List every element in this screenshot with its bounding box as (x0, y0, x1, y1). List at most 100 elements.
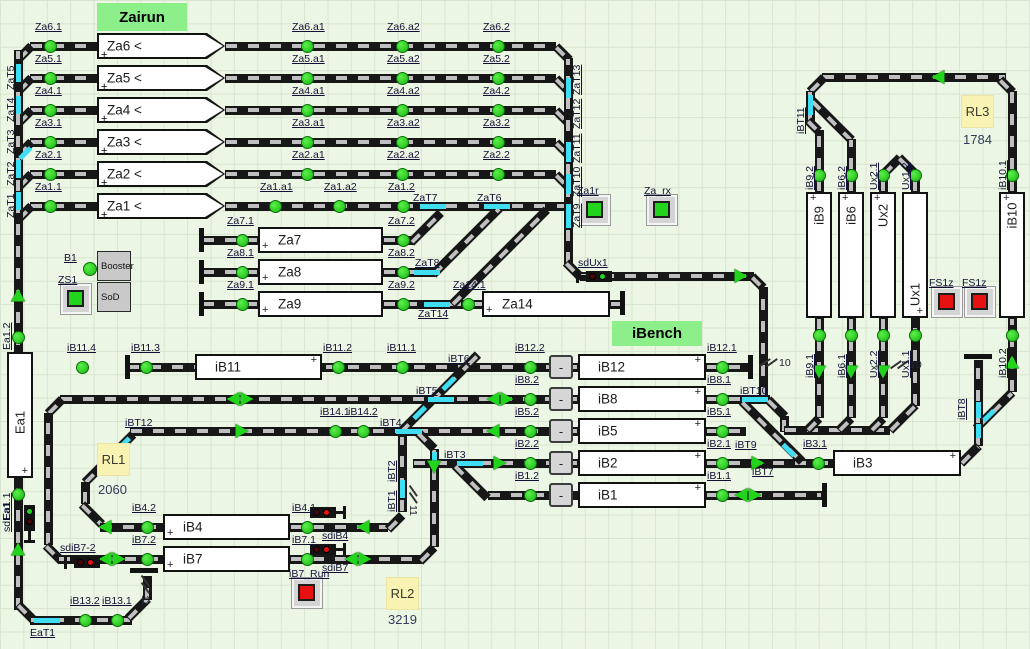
sensor-Za9.2[interactable] (397, 298, 410, 311)
block-Ux1[interactable]: Ux1+ (902, 192, 928, 318)
sensor-iB3.1[interactable] (812, 457, 825, 470)
sensor-iB14.1[interactable] (329, 425, 342, 438)
block-iB12[interactable]: iB12+ (578, 354, 706, 380)
sensor-Za2.a2[interactable] (396, 168, 409, 181)
turnout-switch[interactable] (566, 204, 571, 228)
sensor-Za5.a2[interactable] (396, 72, 409, 85)
turnout-switch[interactable] (396, 429, 422, 434)
block-iB4[interactable]: iB4+ (163, 514, 290, 540)
sensor-iB1.2[interactable] (524, 489, 537, 502)
turnout-switch[interactable] (566, 174, 571, 194)
sensor-Za2.a1[interactable] (301, 168, 314, 181)
sensor-Za3.2[interactable] (492, 136, 505, 149)
block-iB7[interactable]: iB7+ (163, 546, 290, 572)
block-iB3[interactable]: iB3+ (833, 450, 961, 476)
panel-button-SoD[interactable]: SoD (97, 282, 131, 312)
block-Za9[interactable]: Za9+ (258, 291, 383, 317)
block-iB2[interactable]: iB2+ (578, 450, 706, 476)
sensor-Za6.1[interactable] (44, 40, 57, 53)
button-ZS1[interactable] (60, 283, 92, 315)
turnout-switch[interactable] (424, 302, 450, 307)
turnout-switch[interactable] (976, 424, 981, 438)
sensor-iB9.1[interactable] (813, 329, 826, 342)
panel-button-Booster[interactable]: Booster (97, 251, 131, 281)
turnout-switch[interactable] (566, 142, 571, 162)
sensor-Za8.1[interactable] (236, 266, 249, 279)
sensor-iB8.2[interactable] (524, 393, 537, 406)
sensor-iB7.2[interactable] (141, 553, 154, 566)
sensor-iB6.1[interactable] (845, 329, 858, 342)
sensor-iB11.1[interactable] (396, 361, 409, 374)
sensor-Za6.a2[interactable] (396, 40, 409, 53)
turnout-switch[interactable] (414, 270, 440, 275)
block-Za5[interactable]: Za5 <+ (97, 65, 225, 91)
turnout-switch[interactable] (808, 95, 813, 115)
sensor-iB12.2[interactable] (524, 361, 537, 374)
sensor-iB8.1[interactable] (716, 393, 729, 406)
sensor-Za2.1[interactable] (44, 168, 57, 181)
sensor-Za4.2[interactable] (492, 104, 505, 117)
sensor-Za7.1[interactable] (236, 234, 249, 247)
sensor-Za8.2[interactable] (397, 266, 410, 279)
sensor-Ea1.1[interactable] (12, 488, 25, 501)
block-Za6[interactable]: Za6 <+ (97, 33, 225, 59)
output-B1-indicator[interactable] (83, 262, 97, 276)
block-minus-button[interactable]: - (549, 355, 573, 379)
block-iB8[interactable]: iB8+ (578, 386, 706, 412)
button-Za_rx[interactable] (646, 194, 678, 226)
block-iB6[interactable]: iB6+ (838, 192, 864, 318)
sensor-Za7.2[interactable] (397, 234, 410, 247)
sensor-Za3.a2[interactable] (396, 136, 409, 149)
turnout-switch[interactable] (457, 461, 483, 466)
sensor-Ux1.1[interactable] (909, 329, 922, 342)
sensor-Za1.1[interactable] (44, 200, 57, 213)
button-FS1z[interactable] (931, 286, 963, 318)
sensor-iB11.4[interactable] (76, 361, 89, 374)
block-minus-button[interactable]: - (549, 483, 573, 507)
button-Za1r[interactable] (579, 194, 611, 226)
block-iB9[interactable]: iB9+ (806, 192, 832, 318)
block-iB10[interactable]: iB10+ (999, 192, 1025, 318)
sensor-iB4.1[interactable] (301, 521, 314, 534)
sensor-iB11.3[interactable] (140, 361, 153, 374)
block-iB5[interactable]: iB5+ (578, 418, 706, 444)
sensor-iB2.1[interactable] (716, 457, 729, 470)
sensor-Ux2.2[interactable] (877, 329, 890, 342)
sensor-Za9.1[interactable] (236, 298, 249, 311)
block-Ux2[interactable]: Ux2+ (870, 192, 896, 318)
sensor-Za14.1[interactable] (462, 298, 475, 311)
sensor-Za1.2[interactable] (397, 200, 410, 213)
button-iB7_Run[interactable] (291, 577, 323, 609)
block-minus-button[interactable]: - (549, 419, 573, 443)
sensor-Za3.1[interactable] (44, 136, 57, 149)
sensor-Za6.2[interactable] (492, 40, 505, 53)
sensor-Za5.1[interactable] (44, 72, 57, 85)
sensor-Za2.2[interactable] (492, 168, 505, 181)
sensor-iB13.2[interactable] (79, 614, 92, 627)
block-Za8[interactable]: Za8+ (258, 259, 383, 285)
sensor-iB14.2[interactable] (357, 425, 370, 438)
sensor-iB2.2[interactable] (524, 457, 537, 470)
sensor-iB13.1[interactable] (111, 614, 124, 627)
sensor-Za5.a1[interactable] (301, 72, 314, 85)
sensor-iB10.2[interactable] (1006, 329, 1019, 342)
block-Za7[interactable]: Za7+ (258, 227, 383, 253)
sensor-iB11.2[interactable] (332, 361, 345, 374)
sensor-iB1.1[interactable] (716, 489, 729, 502)
turnout-switch[interactable] (976, 402, 981, 418)
turnout-switch[interactable] (420, 204, 446, 209)
block-Za3[interactable]: Za3 <+ (97, 129, 225, 155)
block-minus-button[interactable]: - (549, 451, 573, 475)
sensor-Za3.a1[interactable] (301, 136, 314, 149)
sensor-Za4.1[interactable] (44, 104, 57, 117)
button-FS1z[interactable] (964, 286, 996, 318)
sensor-Ea1.2[interactable] (12, 331, 25, 344)
sensor-Za4.a1[interactable] (301, 104, 314, 117)
block-minus-button[interactable]: - (549, 387, 573, 411)
sensor-Za1.a1[interactable] (269, 200, 282, 213)
turnout-switch[interactable] (742, 397, 768, 402)
sensor-iB5.2[interactable] (524, 425, 537, 438)
sensor-Za4.a2[interactable] (396, 104, 409, 117)
block-iB11[interactable]: iB11+ (195, 354, 322, 380)
sensor-iB5.1[interactable] (716, 425, 729, 438)
